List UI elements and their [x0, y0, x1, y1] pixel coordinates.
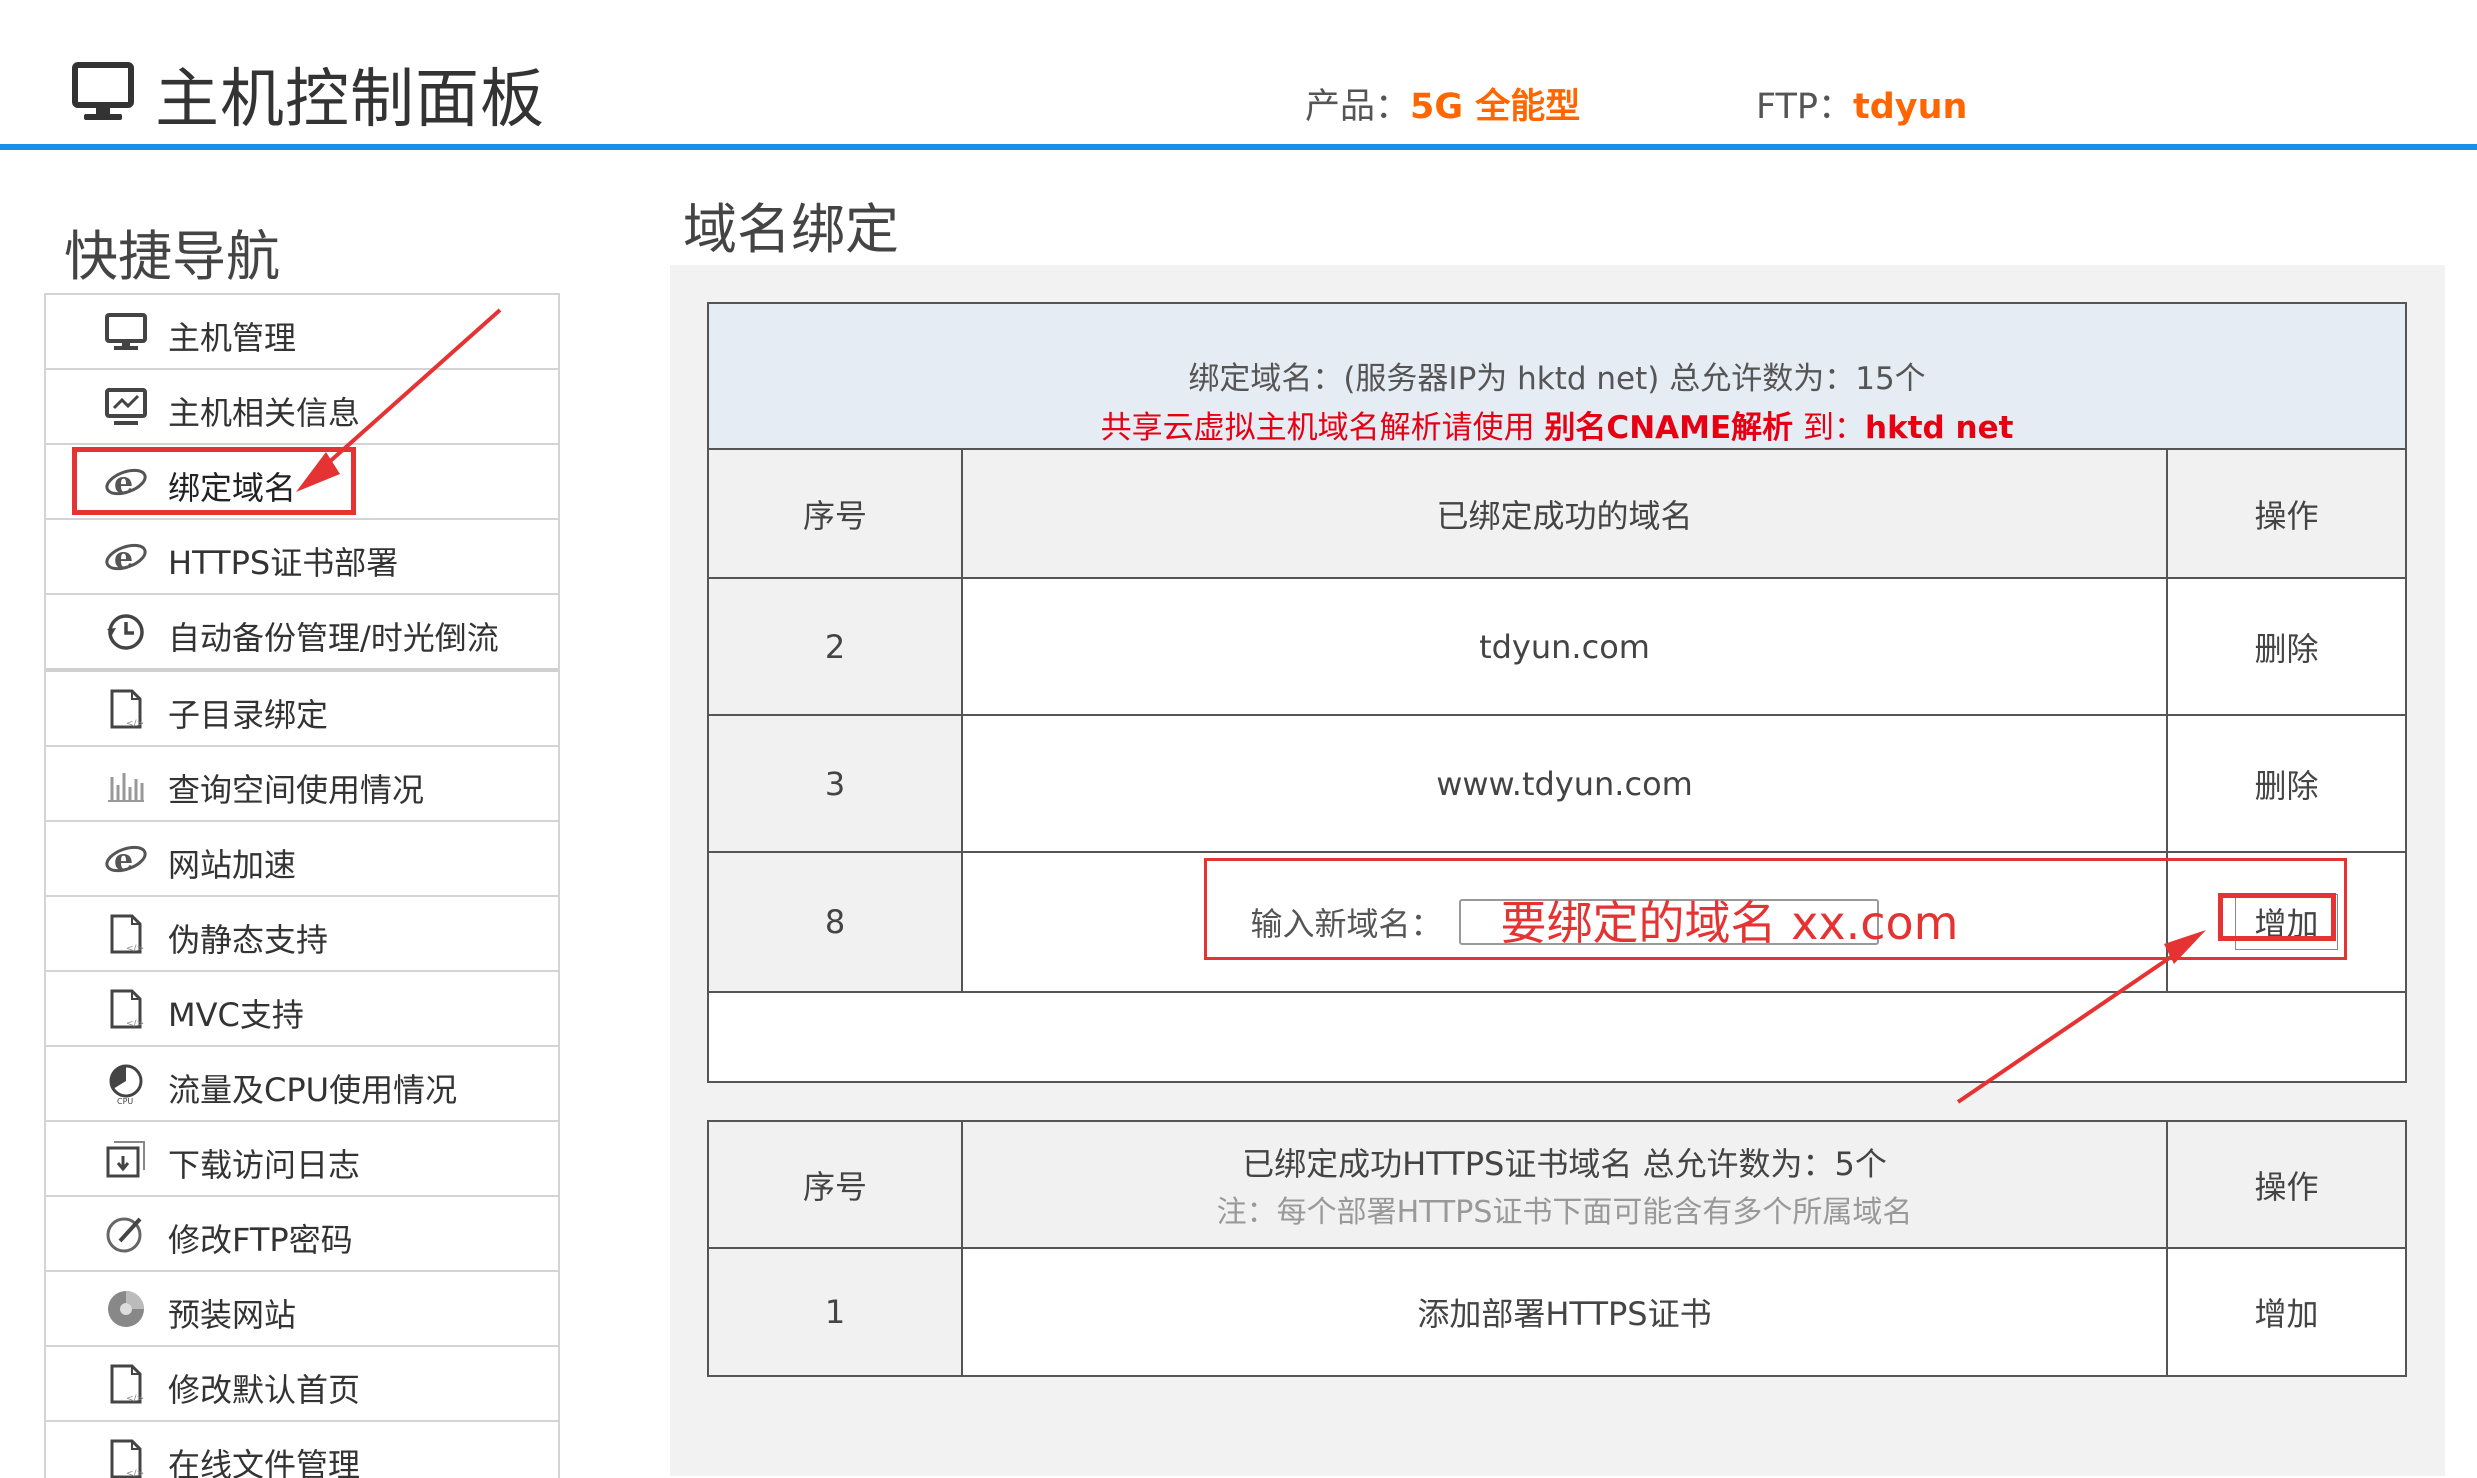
- annotation-arrows: [296, 308, 2206, 1104]
